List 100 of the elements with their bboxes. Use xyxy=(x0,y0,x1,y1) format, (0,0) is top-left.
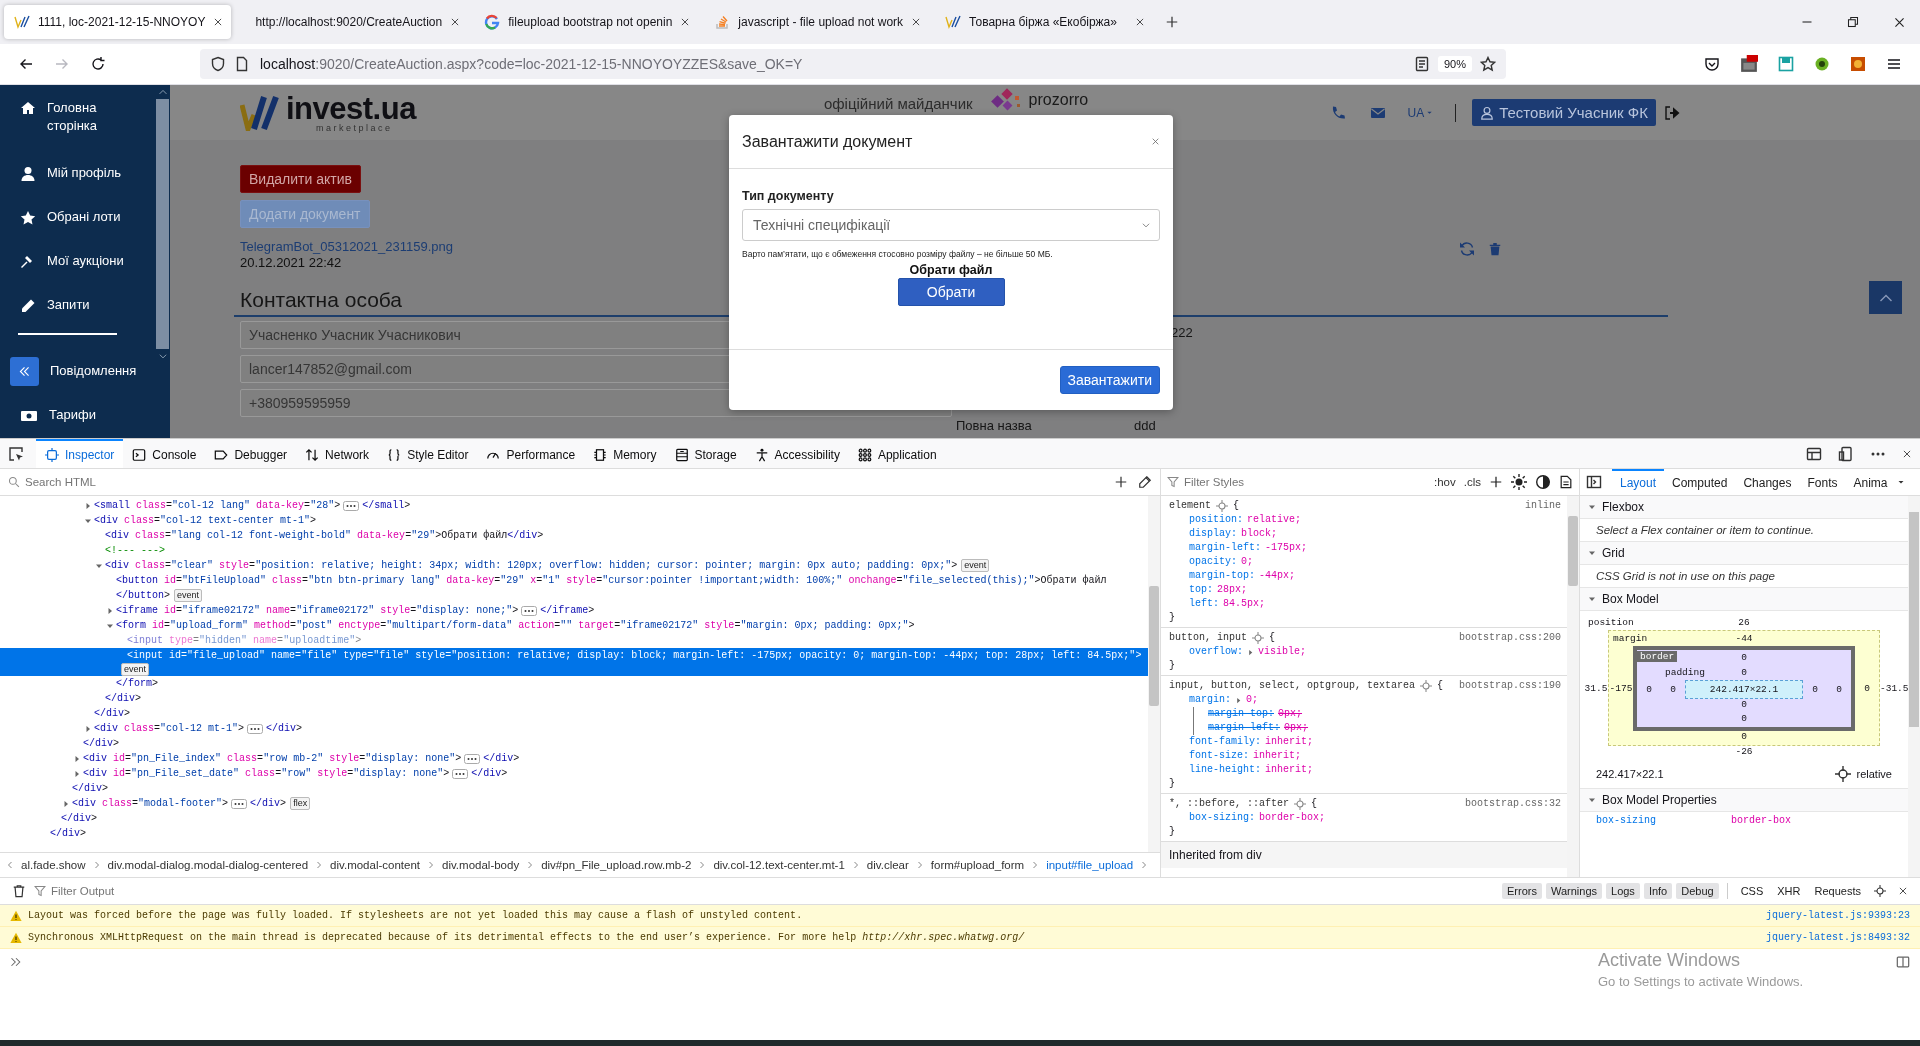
source-link[interactable]: inline xyxy=(1525,499,1561,513)
zoom-level-button[interactable]: 90% xyxy=(1437,56,1472,72)
css-property[interactable]: left: xyxy=(1189,597,1219,611)
css-property[interactable]: margin: xyxy=(1189,693,1231,707)
filter-button[interactable]: Requests xyxy=(1809,883,1866,899)
browser-tab[interactable]: fileupload bootstrap not openin xyxy=(474,5,699,39)
sidebar-item[interactable]: Повідомлення xyxy=(50,362,137,380)
event-badge[interactable]: event xyxy=(121,663,150,676)
breadcrumb[interactable]: div.modal-body xyxy=(442,859,520,871)
section-header[interactable]: Box Model Properties xyxy=(1580,789,1908,812)
tree-row[interactable]: <div id="pn_File_index" class="row mb-2" style="display: none"> </div> xyxy=(0,751,1148,766)
css-value[interactable]: 0; xyxy=(1246,693,1259,707)
css-property[interactable]: line-height: xyxy=(1189,763,1261,777)
tree-row[interactable]: <iframe id="iframe02172" name="iframe02172" style="display: none;"> </iframe> xyxy=(0,603,1148,618)
sidebar-item[interactable]: Тарифи xyxy=(49,406,97,424)
filter-button[interactable]: Info xyxy=(1643,883,1673,899)
devtools-tab[interactable]: Performance xyxy=(477,439,585,468)
css-value[interactable]: -175px; xyxy=(1265,541,1308,555)
devtools-tab[interactable]: Debugger xyxy=(205,439,297,468)
css-property[interactable]: overflow: xyxy=(1189,645,1243,659)
filter-field[interactable]: Filter Output xyxy=(51,885,1498,897)
address-bar[interactable]: localhost:9020/CreateAuction.aspx?code=loc-2021-12-15-NNOYOYZZES&save_OK=Y 90% xyxy=(200,49,1506,79)
tree-row[interactable]: <div class="col-12 mt-1"> </div> xyxy=(0,721,1148,736)
tree-row[interactable]: <!--- ---> xyxy=(0,543,1148,558)
delete-button[interactable]: Видалити актив xyxy=(240,165,361,193)
search-field[interactable]: Search HTML xyxy=(25,476,1104,488)
browser-tab[interactable]: javascript - file upload not work xyxy=(704,5,930,39)
tree-row[interactable]: <input type="hidden" name="uploadtime"> xyxy=(0,633,1148,648)
tree-row[interactable]: <div class="lang col-12 font-weight-bold" data-key="29">Обрати файл</div> xyxy=(0,528,1148,543)
css-value[interactable]: relative; xyxy=(1247,513,1302,527)
filter-button[interactable]: Debug xyxy=(1676,883,1719,899)
filter-button[interactable]: XHR xyxy=(1772,883,1806,899)
breadcrumb[interactable]: div.clear xyxy=(866,859,909,871)
breadcrumb[interactable]: al.fade.show xyxy=(21,859,86,871)
css-value[interactable]: inherit; xyxy=(1253,749,1302,763)
browser-tab[interactable]: 1111, loc-2021-12-15-NNOYOY xyxy=(4,5,232,39)
sidebar-item[interactable]: Обрані лоти xyxy=(47,208,121,226)
toggle-button[interactable]: :hov xyxy=(1434,476,1456,488)
css-property[interactable]: position: xyxy=(1189,513,1243,527)
document-type-select[interactable]: Технічні специфікації xyxy=(742,209,1160,241)
help-link[interactable]: http://xhr.spec.whatwg.org/ xyxy=(862,932,1025,943)
panel-tab[interactable]: Fonts xyxy=(1799,469,1846,495)
breadcrumb[interactable]: div.modal-content xyxy=(330,859,420,871)
source-link[interactable]: jquery-latest.js:8493:32 xyxy=(1765,932,1910,943)
source-link[interactable]: bootstrap.css:190 xyxy=(1458,679,1561,693)
devtools-tab[interactable]: Application xyxy=(848,439,946,468)
devtools-tab[interactable]: Inspector xyxy=(36,439,124,468)
filter-button[interactable]: Warnings xyxy=(1545,883,1602,899)
tree-row[interactable]: <div class="col-12 text-center mt-1"> xyxy=(0,513,1148,528)
source-link[interactable]: bootstrap.css:32 xyxy=(1465,797,1561,811)
css-property[interactable]: opacity: xyxy=(1189,555,1237,569)
css-value[interactable]: block; xyxy=(1241,527,1278,541)
filter-button[interactable]: Logs xyxy=(1606,883,1640,899)
event-badge[interactable]: event xyxy=(174,589,203,602)
breadcrumb[interactable]: div.col-12.text-center.mt-1 xyxy=(713,859,845,871)
css-value[interactable]: 0px; xyxy=(1278,707,1303,721)
sidebar-item[interactable]: Запити xyxy=(47,296,90,314)
devtools-tab[interactable]: Storage xyxy=(665,439,746,468)
css-value[interactable]: visible; xyxy=(1258,645,1307,659)
devtools-tab[interactable]: Console xyxy=(123,439,206,468)
css-value[interactable]: border-box; xyxy=(1259,811,1326,825)
css-value[interactable]: 28px; xyxy=(1217,583,1248,597)
panel-tab[interactable]: Changes xyxy=(1735,469,1800,495)
css-value[interactable]: inherit; xyxy=(1265,735,1314,749)
upload-button[interactable]: Завантажити xyxy=(1059,366,1160,394)
toggle-button[interactable]: .cls xyxy=(1463,476,1481,488)
browser-tab[interactable]: http://localhost:9020/CreateAuction xyxy=(237,5,469,39)
tree-row[interactable]: <div id="pn_File_set_date" class="row" style="display: none"> </div> xyxy=(0,766,1148,781)
devtools-tab[interactable]: Style Editor xyxy=(378,439,478,468)
css-property[interactable]: margin-left: xyxy=(1208,721,1280,735)
css-property[interactable]: margin-top: xyxy=(1208,707,1274,721)
section-header[interactable]: Grid xyxy=(1580,542,1908,565)
source-link[interactable]: jquery-latest.js:9393:23 xyxy=(1765,910,1910,921)
css-property[interactable]: margin-top: xyxy=(1189,569,1255,583)
user-button[interactable]: Тестовий Учасник ФК xyxy=(1472,99,1656,126)
css-property[interactable]: top: xyxy=(1189,583,1213,597)
css-property[interactable]: font-size: xyxy=(1189,749,1249,763)
css-property[interactable]: display: xyxy=(1189,527,1237,541)
section-header[interactable]: Box Model xyxy=(1580,588,1908,611)
css-property[interactable]: box-sizing: xyxy=(1189,811,1255,825)
css-value[interactable]: -44px; xyxy=(1259,569,1296,583)
source-link[interactable]: bootstrap.css:200 xyxy=(1458,631,1561,645)
logo-text[interactable]: invest.ua xyxy=(286,92,416,124)
filter-button[interactable]: CSS xyxy=(1735,883,1769,899)
css-value[interactable]: inherit; xyxy=(1265,763,1314,777)
breadcrumb[interactable]: div#pn_File_upload.row.mb-2 xyxy=(541,859,692,871)
css-value[interactable]: 0px; xyxy=(1284,721,1309,735)
css-property[interactable]: font-family: xyxy=(1189,735,1261,749)
sidebar-item[interactable]: Мій профіль xyxy=(47,164,122,182)
event-badge[interactable]: event xyxy=(961,559,990,572)
tree-row[interactable]: <small class="col-12 lang" data-key="28"> </small> xyxy=(0,498,1148,513)
tree-row[interactable]: <form id="upload_form" method="post" enctype="multipart/form-data" action="" target="iframe02172" style="margin: 0px; padding: 0px;"> xyxy=(0,618,1148,633)
filter-field[interactable]: Filter Styles xyxy=(1184,476,1426,488)
css-value[interactable]: 0; xyxy=(1241,555,1254,569)
panel-tab[interactable]: Computed xyxy=(1664,469,1736,495)
url-text[interactable]: localhost:9020/CreateAuction.aspx?code=loc-2021-12-15-NNOYOYZZES&save_OK=Y xyxy=(260,56,803,72)
choose-file-button[interactable]: Обрати xyxy=(897,278,1005,306)
sidebar-item[interactable]: Мої аукціони xyxy=(47,252,124,270)
breadcrumb[interactable]: form#upload_form xyxy=(930,859,1025,871)
breadcrumb[interactable]: input#file_upload xyxy=(1046,859,1134,871)
